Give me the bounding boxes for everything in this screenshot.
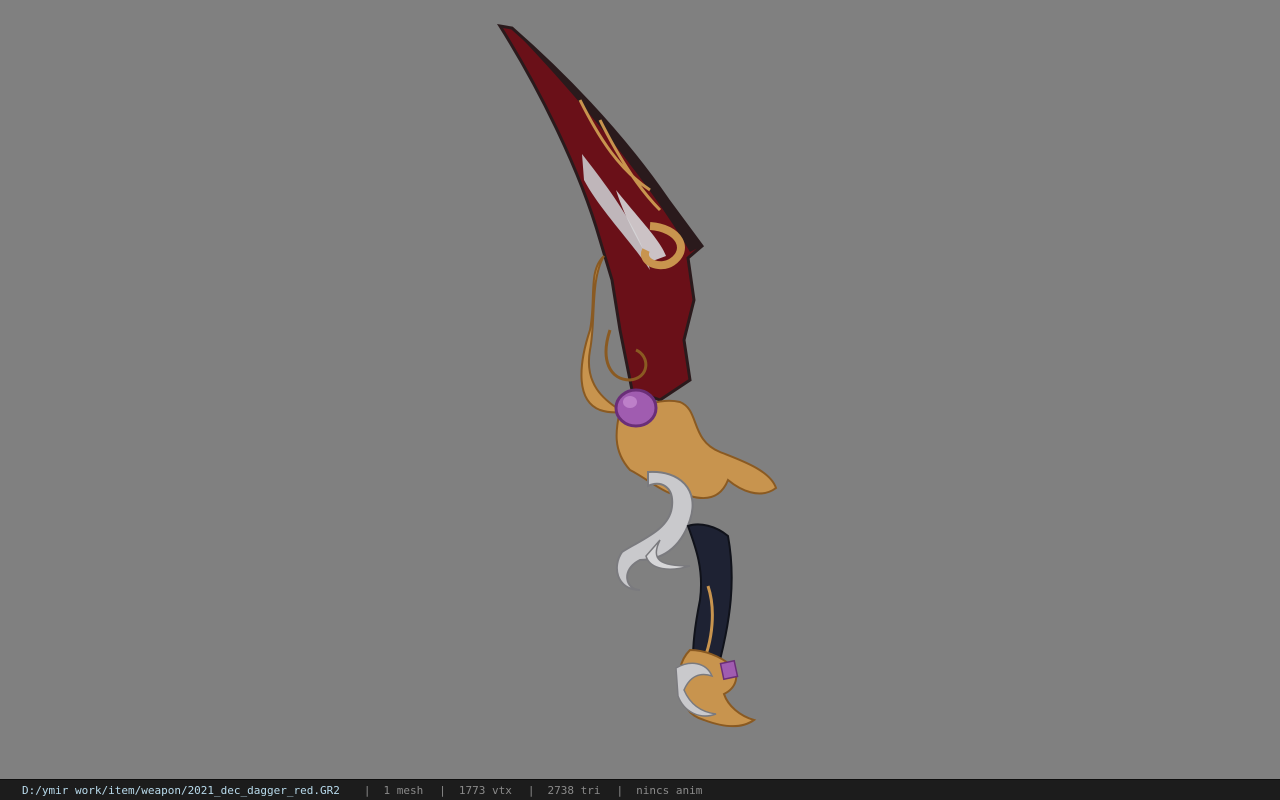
separator: | bbox=[616, 783, 624, 797]
purple-gem bbox=[614, 388, 658, 428]
separator: | bbox=[527, 783, 535, 797]
triangle-count: 2738 tri bbox=[547, 783, 601, 797]
file-path: D:/ymir work/item/weapon/2021_dec_dagger… bbox=[22, 783, 340, 797]
pommel-gem bbox=[719, 659, 739, 681]
gem-highlight bbox=[623, 396, 637, 408]
mesh-count: 1 mesh bbox=[383, 783, 424, 797]
status-bar: D:/ymir work/item/weapon/2021_dec_dagger… bbox=[0, 779, 1280, 800]
separator: | bbox=[363, 783, 371, 797]
separator: | bbox=[439, 783, 446, 797]
pommel bbox=[678, 648, 757, 727]
animation-status: nincs anim bbox=[636, 783, 703, 797]
silver-swirl bbox=[615, 470, 694, 591]
dagger-model[interactable] bbox=[0, 0, 1280, 779]
vertex-count: 1773 vtx bbox=[458, 783, 512, 797]
3d-viewport[interactable] bbox=[0, 0, 1280, 779]
